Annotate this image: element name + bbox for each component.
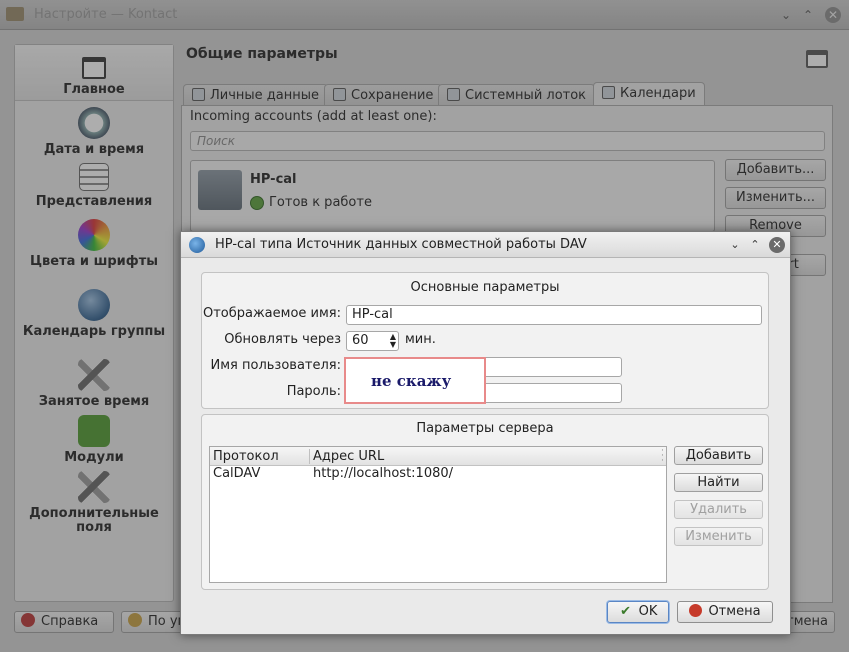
dialog-title: HP-cal типа Источник данных совместной р…	[215, 237, 587, 252]
group-title: Основные параметры	[410, 280, 560, 295]
globe-icon	[189, 237, 205, 253]
column-header-protocol[interactable]: Протокол	[213, 449, 279, 464]
dialog-titlebar: HP-cal типа Источник данных совместной р…	[181, 232, 790, 258]
chevron-up-icon[interactable]: ⌃	[747, 237, 763, 253]
ok-button[interactable]: ✔ OK	[607, 601, 669, 623]
refresh-interval-stepper[interactable]: 60 ▲ ▼	[346, 331, 399, 351]
refresh-interval-value: 60	[352, 333, 369, 348]
remove-server-button[interactable]: Удалить	[674, 500, 763, 519]
display-name-field[interactable]: HP-cal	[346, 305, 762, 325]
table-cell-url[interactable]: http://localhost:1080/	[313, 466, 453, 481]
group-title: Параметры сервера	[416, 421, 554, 436]
table-cell-protocol[interactable]: CalDAV	[213, 466, 260, 481]
refresh-unit-label: мин.	[405, 332, 436, 347]
column-divider[interactable]	[309, 449, 310, 464]
refresh-interval-label: Обновлять через	[224, 332, 341, 347]
spin-arrows-icon[interactable]: ▲ ▼	[390, 333, 396, 349]
column-menu-icon[interactable]: · · ·	[661, 447, 664, 466]
redaction-note: не скажу	[371, 372, 452, 390]
username-label: Имя пользователя:	[210, 358, 341, 373]
password-label: Пароль:	[286, 384, 341, 399]
cancel-button[interactable]: Отмена	[677, 601, 773, 623]
button-label: OK	[638, 604, 658, 619]
chevron-down-icon[interactable]: ⌄	[727, 237, 743, 253]
cancel-icon	[689, 604, 703, 617]
edit-server-button[interactable]: Изменить	[674, 527, 763, 546]
find-server-button[interactable]: Найти	[674, 473, 763, 492]
button-label: Отмена	[708, 604, 761, 619]
check-icon: ✔	[620, 604, 632, 619]
close-icon[interactable]: ✕	[769, 237, 785, 253]
display-name-label: Отображаемое имя:	[202, 306, 341, 321]
column-header-url[interactable]: Адрес URL	[313, 449, 384, 464]
add-server-button[interactable]: Добавить	[674, 446, 763, 465]
